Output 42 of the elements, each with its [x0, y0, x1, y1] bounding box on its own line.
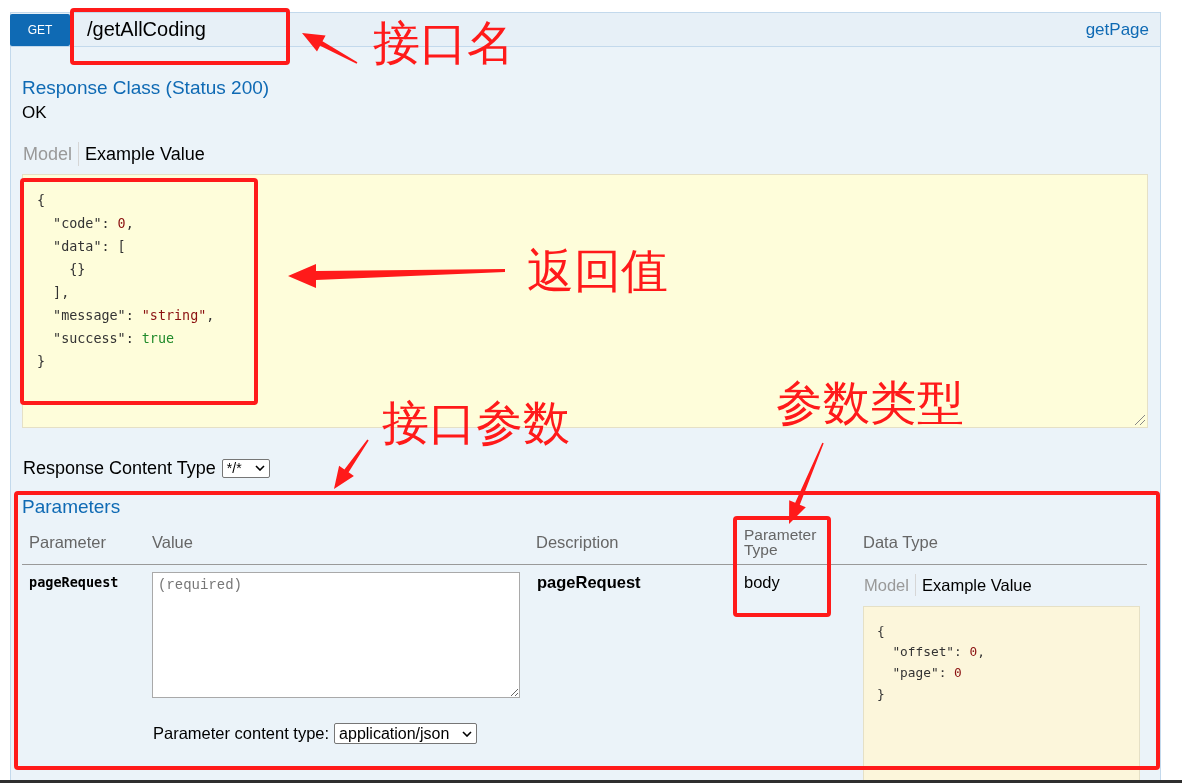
parameter-name: pageRequest	[29, 573, 119, 591]
resize-grip-icon[interactable]	[1135, 415, 1145, 425]
selected-tab[interactable]: Example Value	[914, 574, 1038, 596]
status-text: OK	[22, 102, 47, 124]
parameter-type: body	[744, 573, 780, 591]
column-header: Value	[152, 532, 193, 552]
code-line: {	[37, 192, 46, 210]
code-line: "page": 0	[891, 664, 962, 682]
code-line: }	[37, 353, 46, 371]
column-header: Data Type	[863, 532, 938, 552]
content-type-select[interactable]: application/json	[334, 723, 478, 744]
content-type-select[interactable]: */*	[221, 458, 270, 478]
code-line: "offset": 0,	[891, 643, 985, 661]
field-label: Parameter content type:	[153, 724, 330, 743]
annotation-arrow	[300, 31, 360, 66]
code-line: "code": 0,	[52, 215, 134, 233]
column-header: Parameter	[29, 532, 107, 552]
code-line: "success": true	[52, 330, 174, 348]
selected-tab[interactable]: Example Value	[78, 142, 211, 166]
annotation-label: 接口名	[373, 19, 514, 66]
section-heading: Response Class (Status 200)	[22, 77, 270, 99]
code-line: "message": "string",	[52, 307, 215, 325]
value-input[interactable]: (required)	[152, 572, 520, 698]
code-line: {	[877, 622, 885, 640]
code-line: }	[877, 685, 885, 703]
chevron-down-icon	[462, 730, 473, 737]
method-badge[interactable]: GET	[10, 13, 70, 46]
endpoint-path[interactable]: /getAllCoding	[87, 18, 206, 41]
code-line: "data": [	[52, 238, 126, 256]
code-line: ],	[52, 284, 70, 302]
parameter-description: pageRequest	[537, 573, 641, 591]
annotation-arrow	[333, 438, 370, 490]
annotation-label: 参数类型	[776, 379, 964, 426]
annotation-label: 返回值	[527, 247, 668, 294]
column-header: Description	[536, 532, 619, 552]
section-heading: Parameters	[22, 496, 121, 518]
operation-link[interactable]: getPage	[1085, 19, 1149, 40]
field-label: Response Content Type	[23, 457, 216, 479]
code-line: {}	[68, 261, 86, 279]
column-header: Parameter Type	[744, 527, 818, 557]
chevron-down-icon	[254, 465, 265, 471]
annotation-label: 接口参数	[382, 399, 570, 446]
